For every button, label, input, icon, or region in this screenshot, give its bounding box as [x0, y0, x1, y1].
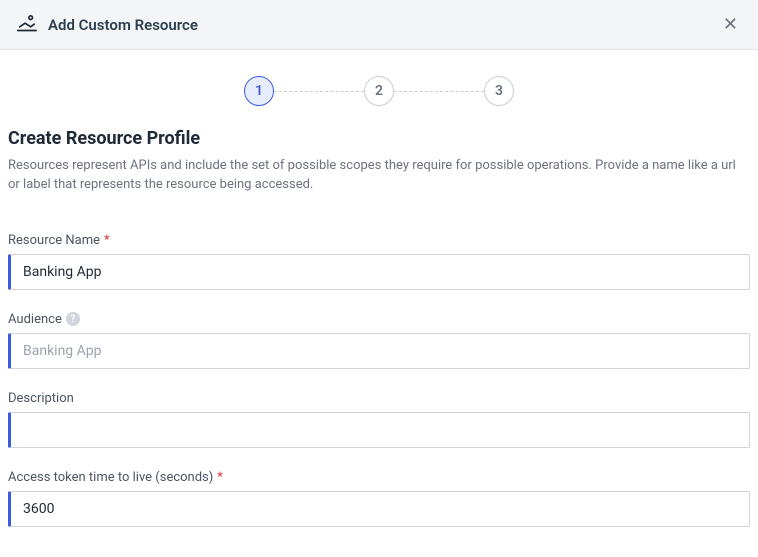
resource-name-group: Resource Name *	[8, 233, 750, 290]
header-left: Add Custom Resource	[16, 14, 198, 36]
resource-icon	[16, 14, 38, 36]
label-text: Resource Name	[8, 233, 100, 248]
audience-input[interactable]	[8, 333, 750, 369]
step-3[interactable]: 3	[484, 76, 514, 106]
required-indicator: *	[217, 470, 223, 485]
label-text: Description	[8, 391, 74, 406]
ttl-group: Access token time to live (seconds) *	[8, 470, 750, 527]
ttl-label: Access token time to live (seconds) *	[8, 470, 750, 485]
resource-name-label: Resource Name *	[8, 233, 750, 248]
close-icon[interactable]: ✕	[719, 12, 742, 38]
step-2[interactable]: 2	[364, 76, 394, 106]
stepper: 1 2 3	[0, 50, 758, 128]
step-line	[394, 91, 484, 92]
label-text: Audience	[8, 312, 62, 327]
audience-group: Audience ?	[8, 312, 750, 369]
audience-label: Audience ?	[8, 312, 750, 327]
step-line	[274, 91, 364, 92]
section-title: Create Resource Profile	[8, 128, 750, 149]
ttl-input[interactable]	[8, 491, 750, 527]
description-label: Description	[8, 391, 750, 406]
dialog-header: Add Custom Resource ✕	[0, 0, 758, 50]
description-input[interactable]	[8, 412, 750, 448]
help-icon[interactable]: ?	[66, 312, 80, 326]
label-text: Access token time to live (seconds)	[8, 470, 213, 485]
dialog-title: Add Custom Resource	[48, 16, 198, 34]
description-group: Description	[8, 391, 750, 448]
step-1[interactable]: 1	[244, 76, 274, 106]
required-indicator: *	[104, 233, 110, 248]
section-description: Resources represent APIs and include the…	[8, 157, 750, 195]
content: Create Resource Profile Resources repres…	[0, 128, 758, 527]
resource-name-input[interactable]	[8, 254, 750, 290]
